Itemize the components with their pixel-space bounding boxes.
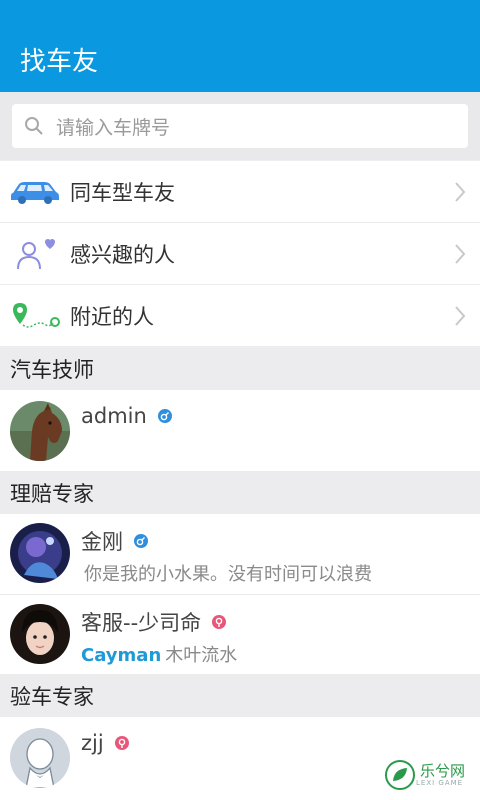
menu-same-car-model[interactable]: 同车型车友 <box>0 161 480 223</box>
search-input[interactable]: 请输入车牌号 <box>12 104 468 148</box>
section-header-inspection: 验车专家 <box>0 675 480 717</box>
car-icon <box>11 181 59 204</box>
section-title: 理赔专家 <box>10 482 94 506</box>
contact-row-admin[interactable]: admin <box>0 390 480 472</box>
watermark-subtext: LEXI GAME <box>416 778 464 787</box>
contact-name: zjj <box>81 731 104 755</box>
chevron-right-icon <box>455 181 466 202</box>
contact-row-customer-service[interactable]: 客服--少司命 Cayman 木叶流水 <box>0 595 480 675</box>
search-area: 请输入车牌号 <box>0 92 480 160</box>
section-header-claims: 理赔专家 <box>0 472 480 514</box>
watermark-text: 乐兮网 <box>420 761 466 780</box>
contact-name: 客服--少司命 <box>81 611 202 635</box>
contact-signature: 木叶流水 <box>165 645 238 666</box>
chevron-right-icon <box>455 305 466 326</box>
contact-signature: 你是我的小水果。没有时间可以浪费 <box>84 564 372 585</box>
contact-name-line: zjj <box>81 731 130 755</box>
search-placeholder: 请输入车牌号 <box>56 116 171 139</box>
avatar <box>10 728 70 788</box>
leaf-logo-icon <box>385 760 415 790</box>
status-bar <box>0 0 480 26</box>
avatar <box>10 523 70 583</box>
page-title: 找车友 <box>20 46 99 77</box>
avatar <box>10 604 70 664</box>
female-icon <box>114 735 130 751</box>
app-bar: 找车友 <box>0 26 480 92</box>
contact-name-line: 客服--少司命 <box>81 607 227 637</box>
contact-name: admin <box>81 404 147 428</box>
section-header-technician: 汽车技师 <box>0 348 480 390</box>
chevron-right-icon <box>455 243 466 264</box>
signature-highlight: Cayman <box>81 645 162 666</box>
menu-label: 同车型车友 <box>70 180 175 205</box>
search-icon <box>25 117 43 135</box>
menu-label: 附近的人 <box>70 304 154 329</box>
location-route-icon <box>13 302 60 328</box>
male-icon <box>157 408 173 424</box>
male-icon <box>133 533 149 549</box>
contact-signature-line: Cayman 木叶流水 <box>81 641 237 667</box>
contact-name-line: admin <box>81 404 173 428</box>
heart-person-icon <box>17 238 55 269</box>
avatar <box>10 401 70 461</box>
menu-interested-people[interactable]: 感兴趣的人 <box>0 223 480 285</box>
section-title: 验车专家 <box>10 685 94 709</box>
menu-nearby-people[interactable]: 附近的人 <box>0 285 480 347</box>
contact-name: 金刚 <box>81 530 123 554</box>
menu-label: 感兴趣的人 <box>70 242 175 267</box>
female-icon <box>211 614 227 630</box>
contact-row-jingang[interactable]: 金刚 你是我的小水果。没有时间可以浪费 <box>0 514 480 595</box>
watermark-logo: 乐兮网 LEXI GAME <box>384 756 474 794</box>
contact-name-line: 金刚 <box>81 526 149 556</box>
section-title: 汽车技师 <box>10 358 94 382</box>
